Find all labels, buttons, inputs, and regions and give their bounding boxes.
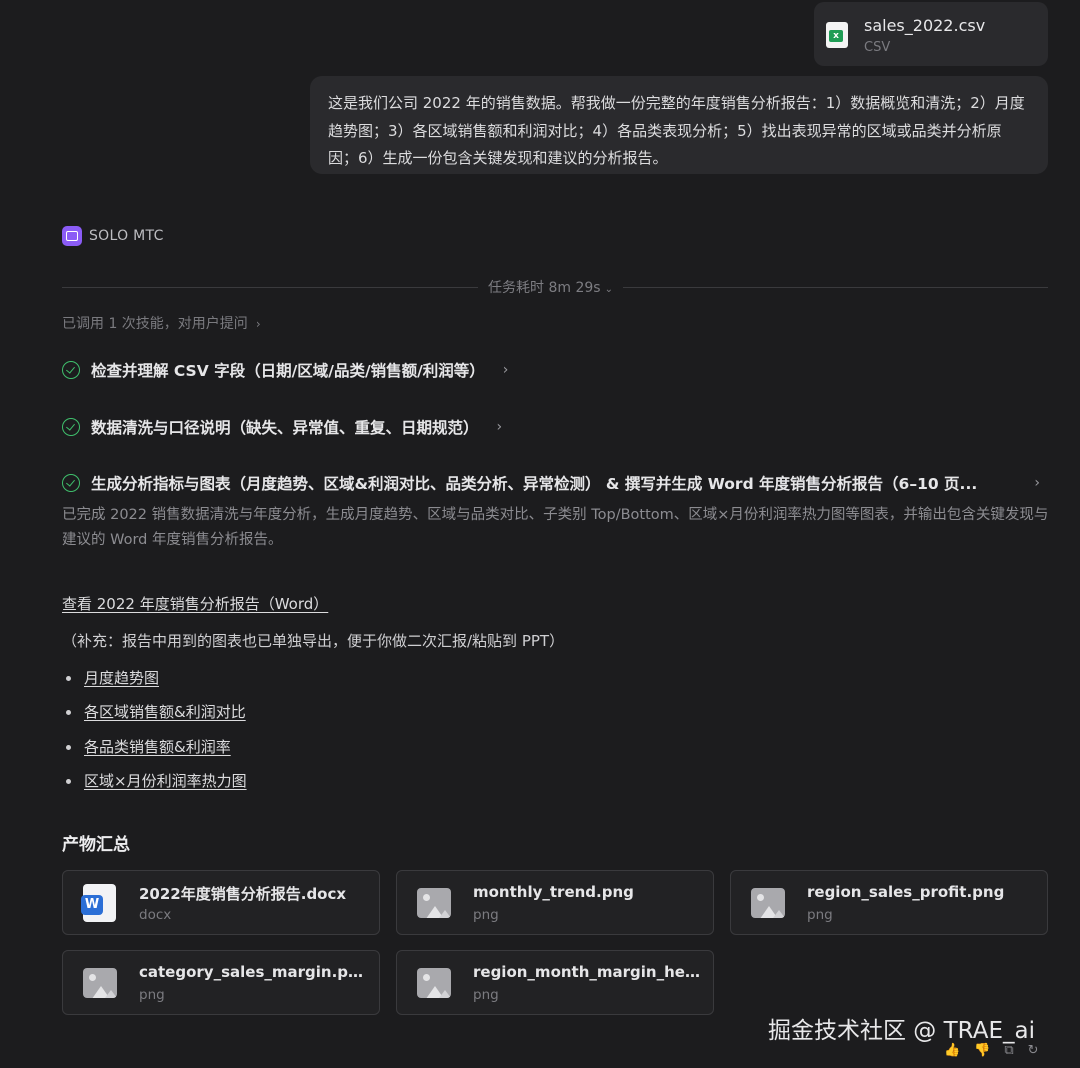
artifact-card-png[interactable]: monthly_trend.png png (396, 870, 714, 935)
chevron-right-icon: › (496, 419, 503, 435)
step-item[interactable]: 数据清洗与口径说明（缺失、异常值、重复、日期规范） › (62, 415, 502, 439)
attachment-name: sales_2022.csv (864, 16, 986, 35)
attachment-type: CSV (864, 40, 891, 55)
bullet-dot (66, 676, 71, 681)
artifact-name: 2022年度销售分析报告.docx (139, 885, 347, 903)
csv-attachment-card[interactable]: x sales_2022.csv CSV (814, 2, 1048, 66)
artifact-card-docx[interactable]: W 2022年度销售分析报告.docx docx (62, 870, 380, 935)
image-file-icon (417, 968, 451, 998)
check-circle-icon (62, 418, 80, 436)
word-doc-icon: W (81, 884, 116, 922)
skills-note[interactable]: 已调用 1 次技能，对用户提问 › (62, 313, 261, 333)
step-label: 检查并理解 CSV 字段（日期/区域/品类/销售额/利润等） (91, 362, 485, 380)
agent-name: SOLO MTC (89, 228, 164, 244)
step-label: 数据清洗与口径说明（缺失、异常值、重复、日期规范） (91, 419, 479, 437)
chart-link[interactable]: 区域×月份利润率热力图 (84, 770, 247, 791)
chart-link[interactable]: 月度趋势图 (84, 667, 159, 688)
agent-header: SOLO MTC (62, 225, 164, 247)
task-time-toggle[interactable]: 任务耗时 8m 29s ⌄ (478, 278, 623, 300)
artifacts-title: 产物汇总 (62, 835, 130, 855)
step-label: 生成分析指标与图表（月度趋势、区域&利润对比、品类分析、异常检测） & 撰写并生… (91, 475, 978, 493)
list-item: 各品类销售额&利润率 (62, 736, 247, 770)
list-item: 月度趋势图 (62, 667, 247, 701)
watermark: 掘金技术社区 @ TRAE_ai (768, 1018, 1035, 1044)
artifact-ext: docx (139, 907, 172, 923)
user-message-bubble: 这是我们公司 2022 年的销售数据。帮我做一份完整的年度销售分析报告：1）数据… (310, 76, 1048, 174)
artifact-ext: png (473, 987, 499, 1003)
artifact-card-png[interactable]: category_sales_margin.png png (62, 950, 380, 1015)
artifact-name: region_sales_profit.png (807, 883, 1005, 901)
bullet-dot (66, 710, 71, 716)
chart-link-list: 月度趋势图 各区域销售额&利润对比 各品类销售额&利润率 区域×月份利润率热力图 (62, 667, 247, 804)
chevron-right-icon: › (255, 317, 261, 331)
image-file-icon (83, 968, 117, 998)
artifact-card-png[interactable]: region_sales_profit.png png (730, 870, 1048, 935)
artifact-name: monthly_trend.png (473, 883, 634, 901)
thumbs-up-icon[interactable]: 👍 (944, 1043, 960, 1058)
skills-note-text: 已调用 1 次技能，对用户提问 (62, 316, 248, 332)
thumbs-down-icon[interactable]: 👎 (974, 1043, 990, 1058)
message-actions: 👍 👎 ⧉ ↻ (944, 1043, 1039, 1058)
task-time-text: 任务耗时 8m 29s (488, 280, 601, 296)
chevron-down-icon: ⌄ (604, 284, 613, 295)
step-item[interactable]: 生成分析指标与图表（月度趋势、区域&利润对比、品类分析、异常检测） & 撰写并生… (62, 471, 1048, 495)
report-link[interactable]: 查看 2022 年度销售分析报告（Word） (62, 593, 328, 614)
agent-icon (62, 226, 82, 246)
step-summary: 已完成 2022 销售数据清洗与年度分析，生成月度趋势、区域与品类对比、子类别 … (62, 507, 1049, 548)
check-circle-icon (62, 361, 80, 379)
chart-link[interactable]: 各区域销售额&利润对比 (84, 701, 246, 722)
regenerate-icon[interactable]: ↻ (1028, 1043, 1039, 1058)
artifact-name: region_month_margin_heatmap.png (473, 963, 701, 981)
artifact-card-png[interactable]: region_month_margin_heatmap.png png (396, 950, 714, 1015)
step-item[interactable]: 检查并理解 CSV 字段（日期/区域/品类/销售额/利润等） › (62, 358, 508, 382)
artifact-ext: png (807, 907, 833, 923)
image-file-icon (751, 888, 785, 918)
image-file-icon (417, 888, 451, 918)
bullet-dot (66, 744, 71, 750)
artifact-name: category_sales_margin.png (139, 963, 367, 981)
list-item: 区域×月份利润率热力图 (62, 770, 247, 804)
artifact-ext: png (139, 987, 165, 1003)
excel-file-icon: x (826, 22, 848, 48)
check-circle-icon (62, 474, 80, 492)
chevron-right-icon: › (1034, 475, 1040, 491)
list-item: 各区域销售额&利润对比 (62, 701, 247, 735)
chevron-right-icon: › (502, 362, 509, 378)
chat-page: x sales_2022.csv CSV 这是我们公司 2022 年的销售数据。… (0, 0, 1080, 1068)
artifact-ext: png (473, 907, 499, 923)
copy-icon[interactable]: ⧉ (1004, 1043, 1013, 1058)
bullet-dot (66, 778, 71, 784)
chart-link[interactable]: 各品类销售额&利润率 (84, 736, 231, 757)
supplement-note: （补充：报告中用到的图表也已单独导出，便于你做二次汇报/粘贴到 PPT） (62, 632, 565, 650)
